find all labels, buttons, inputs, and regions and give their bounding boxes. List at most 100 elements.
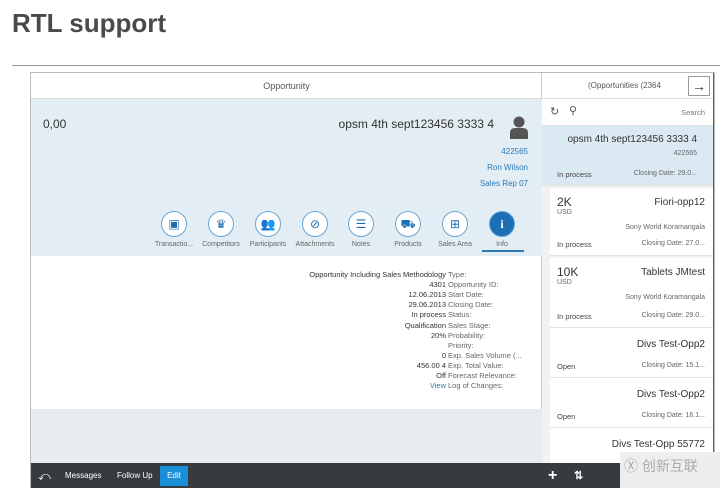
- item-title: Divs Test-Opp 55772: [611, 439, 705, 450]
- tab-transactio[interactable]: ▣ Transactio...: [148, 211, 200, 248]
- list-item[interactable]: Divs Test-Opp2 Open Closing Date: 15.1...: [550, 328, 713, 378]
- field-label: Status:: [448, 310, 472, 320]
- person-icon: [510, 116, 528, 139]
- item-status: In process: [557, 170, 592, 179]
- footer-toolbar: ⤺ Messages Follow Up Edit + ⇅: [31, 463, 621, 488]
- field-value: Opportunity Including Sales Methodology: [309, 270, 446, 279]
- follow-up-button[interactable]: Follow Up: [117, 463, 153, 488]
- info-field: In process Status:: [31, 310, 542, 320]
- item-title: Divs Test-Opp2: [636, 389, 705, 400]
- object-header: 0,00 opsm 4th sept123456 3333 4 422565 R…: [31, 99, 542, 256]
- attribute-role[interactable]: Sales Rep 07: [480, 179, 528, 188]
- field-value: 456.00 4: [416, 360, 446, 370]
- search-icon[interactable]: ⚲: [569, 104, 577, 117]
- field-label: Opportunity ID:: [448, 280, 499, 290]
- add-icon[interactable]: +: [548, 463, 557, 488]
- field-label: Sales Stage:: [448, 320, 491, 330]
- tab-label: Participants: [249, 241, 287, 248]
- item-currency: USD: [557, 209, 572, 216]
- field-label: Forecast Relevance:: [448, 371, 517, 380]
- attribute-owner[interactable]: Ron Wilson: [487, 163, 528, 172]
- info-field: 4301 Opportunity ID:: [31, 280, 542, 290]
- item-amount: 10K: [557, 265, 579, 279]
- people-icon: 👥: [255, 211, 281, 237]
- info-field: Priority:: [31, 341, 542, 351]
- cart-icon: ⛟: [395, 211, 421, 237]
- field-label: Closing Date:: [448, 300, 494, 310]
- tab-notes[interactable]: ☰ Notes: [335, 211, 387, 248]
- item-subtitle: Sony World Koramangala: [625, 224, 705, 231]
- watermark-logo: Ⓧ 创新互联: [620, 452, 720, 488]
- field-label: Log of Changes:: [448, 381, 504, 391]
- item-closing-date: Closing Date: 29.0...: [633, 170, 697, 177]
- notes-icon: ☰: [348, 211, 374, 237]
- tab-label: Transactio...: [154, 241, 194, 248]
- edit-button[interactable]: Edit: [160, 466, 188, 486]
- refresh-icon[interactable]: ↻: [550, 105, 559, 118]
- info-field: Qualification Sales Stage:: [31, 321, 542, 331]
- opportunity-name: opsm 4th sept123456 3333 4: [338, 117, 494, 131]
- field-value: In process: [411, 310, 446, 320]
- field-label: Exp. Total Value:: [448, 360, 504, 370]
- info-field: 456.00 4 Exp. Total Value:: [31, 361, 542, 371]
- messages-button[interactable]: Messages: [65, 463, 101, 488]
- tab-label: Competitors: [202, 241, 240, 248]
- field-label: Type:: [448, 270, 467, 279]
- attribute-id[interactable]: 422565: [501, 147, 528, 156]
- field-value: 29.06.2013: [408, 300, 446, 310]
- item-title: Fiori-opp12: [654, 197, 705, 208]
- tab-info[interactable]: i Info: [476, 211, 528, 248]
- tab-label: Products: [394, 241, 422, 248]
- search-bar: ↻ ⚲ Search: [542, 99, 713, 126]
- arrow-right-icon[interactable]: →: [688, 76, 710, 96]
- info-field: Opportunity Including Sales Methodology T…: [31, 270, 542, 280]
- list-item[interactable]: opsm 4th sept123456 3333 4 422565 In proce…: [542, 126, 713, 186]
- info-field: 0 Exp. Sales Volume (...: [31, 351, 542, 361]
- item-subtitle: Sony World Koramangala: [625, 294, 705, 301]
- tab-label: Notes: [351, 241, 371, 248]
- paperclip-icon: ⊘: [302, 211, 328, 237]
- item-closing-date: Closing Date: 16.1...: [641, 412, 705, 419]
- info-form: Opportunity Including Sales Methodology T…: [31, 256, 542, 409]
- item-status: In process: [557, 240, 592, 249]
- detail-header: Opportunity: [31, 73, 542, 99]
- tab-products[interactable]: ⛟ Products: [382, 211, 434, 248]
- trophy-icon: ♛: [208, 211, 234, 237]
- search-input[interactable]: Search: [681, 108, 705, 117]
- info-field: 29.06.2013 Closing Date:: [31, 300, 542, 310]
- info-field: Off Forecast Relevance:: [31, 371, 542, 381]
- sort-icon[interactable]: ⇅: [574, 463, 583, 488]
- item-closing-date: Closing Date: 15.1...: [641, 362, 705, 369]
- tab-participants[interactable]: 👥 Participants: [242, 211, 294, 248]
- tab-label: Attachments: [295, 241, 335, 248]
- tab-label: Sales Area: [438, 241, 472, 248]
- info-field: 12.06.2013 Start Date:: [31, 290, 542, 300]
- item-closing-date: Closing Date: 29.0...: [641, 312, 705, 319]
- field-value: 12.06.2013: [408, 290, 446, 300]
- list-item[interactable]: 2K USD Fiori-opp12 Sony World Koramangala In…: [550, 188, 713, 256]
- item-status: In process: [557, 312, 592, 321]
- field-label: Start Date:: [448, 290, 484, 300]
- amount: 0,00: [43, 117, 67, 131]
- item-amount: 2K: [557, 195, 572, 209]
- item-closing-date: Closing Date: 27.0...: [641, 240, 705, 247]
- field-value: Off: [436, 371, 446, 380]
- empty-area: [31, 409, 542, 463]
- field-value: 0: [441, 350, 446, 360]
- share-icon[interactable]: ⤺: [38, 463, 51, 488]
- list-item[interactable]: Divs Test-Opp2 Open Closing Date: 16.1...: [550, 378, 713, 428]
- info-field: View Log of Changes:: [31, 381, 542, 391]
- id-card-icon: ▣: [161, 211, 187, 237]
- item-status: Open: [557, 362, 576, 371]
- field-value: Qualification: [404, 320, 446, 330]
- list-item[interactable]: 10K USD Tablets JMtest Sony World Koramanga…: [550, 258, 713, 328]
- field-value: 20%: [430, 330, 446, 340]
- field-label: Exp. Sales Volume (...: [448, 350, 522, 360]
- field-value[interactable]: View: [430, 381, 446, 391]
- item-title: Tablets JMtest: [641, 267, 705, 278]
- tab-competitors[interactable]: ♛ Competitors: [195, 211, 247, 248]
- tab-attachments[interactable]: ⊘ Attachments: [289, 211, 341, 248]
- item-title: Divs Test-Opp2: [636, 339, 705, 350]
- tab-salesarea[interactable]: ⊞ Sales Area: [429, 211, 481, 248]
- selected-tab-indicator: [482, 250, 524, 252]
